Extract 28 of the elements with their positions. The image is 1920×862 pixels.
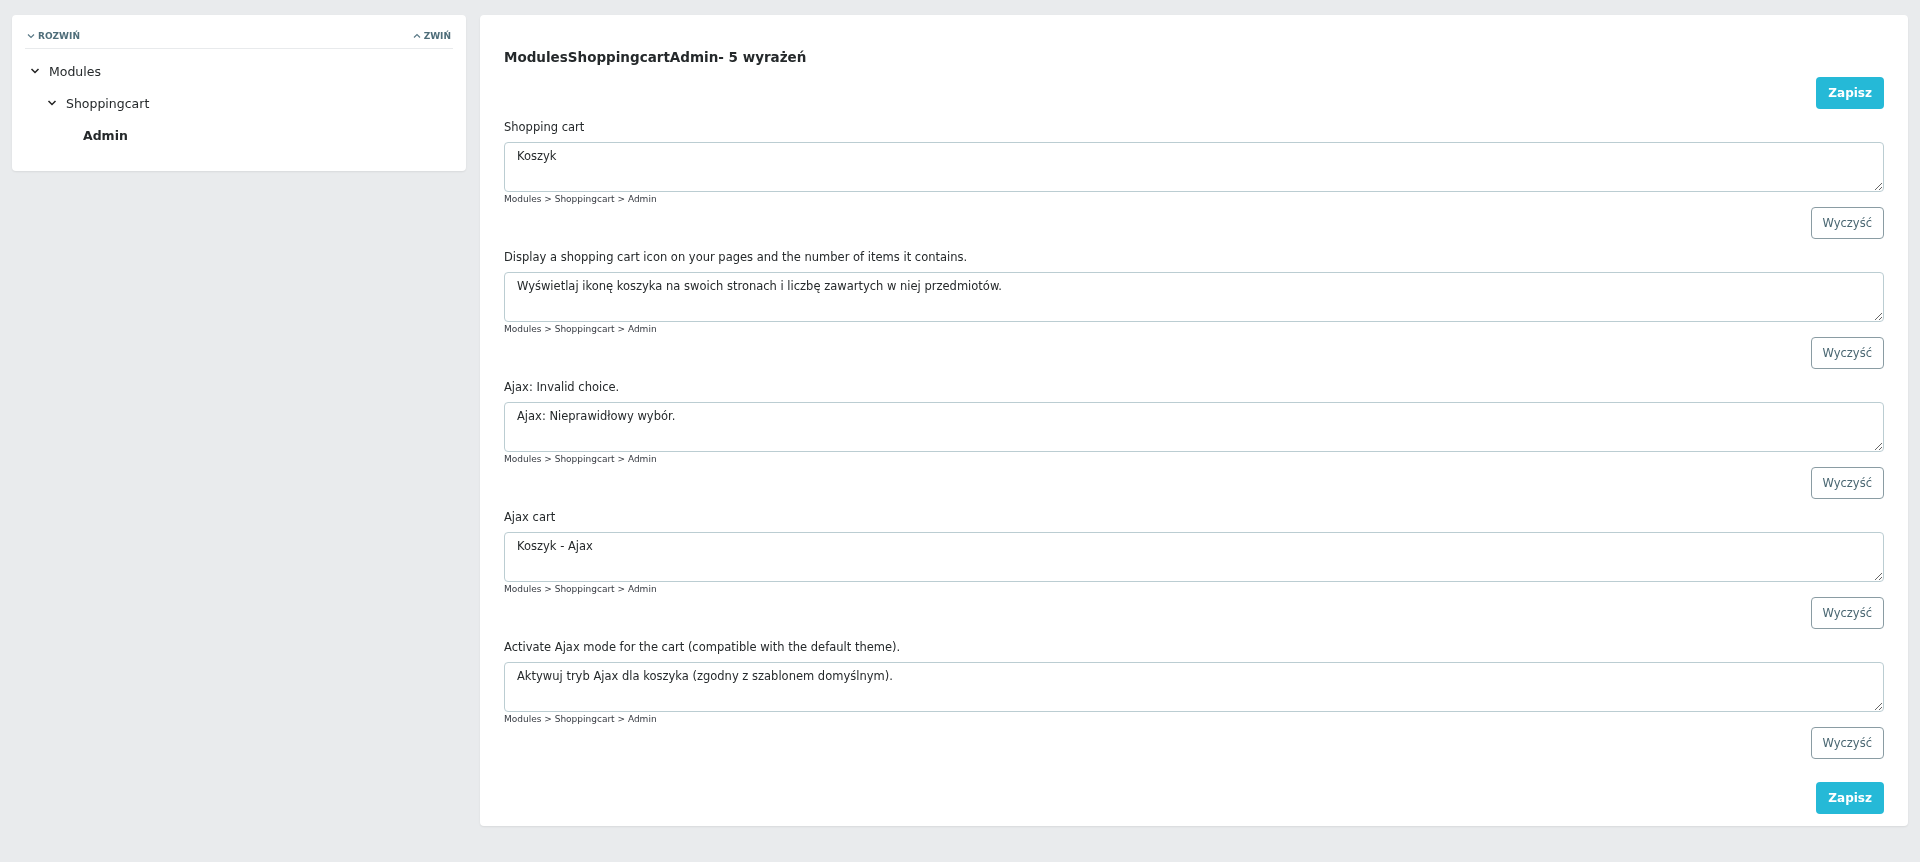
field-label: Shopping cart [504,120,586,134]
clear-button[interactable]: Wyczyść [1810,597,1884,629]
tree-item[interactable]: Shoppingcart [66,95,150,111]
field-label: Ajax: Invalid choice. [504,380,621,394]
expand-all-link[interactable]: ROZWIŃ [27,31,80,41]
field-label: Display a shopping cart icon on your pages and the number of items it contains. [504,250,969,264]
context-path: Modules > Shoppingcart > Admin [504,454,658,464]
clear-button[interactable]: Wyczyść [1810,467,1884,499]
context-path: Modules > Shoppingcart > Admin [504,324,658,334]
clear-button[interactable]: Wyczyść [1810,337,1884,369]
field-label: Activate Ajax mode for the cart (compatible with the default theme). [504,640,902,654]
context-path: Modules > Shoppingcart > Admin [504,714,658,724]
translation-field[interactable]: Koszyk [504,142,1884,192]
context-path: Modules > Shoppingcart > Admin [504,194,658,204]
tree-item[interactable]: Admin [83,127,128,143]
panel-title: ModulesShoppingcartAdmin- 5 wyrażeń [504,49,808,65]
tree-item[interactable]: Modules [49,63,101,79]
translation-field[interactable]: Aktywuj tryb Ajax dla koszyka (zgodny z szablonem domyślnym). [504,662,1884,712]
collapse-all-link[interactable]: ZWIŃ [412,31,451,41]
chevron-up-icon [412,33,421,39]
field-label: Ajax cart [504,510,557,524]
translation-field[interactable]: Ajax: Nieprawidłowy wybór. [504,402,1884,452]
context-path: Modules > Shoppingcart > Admin [504,584,658,594]
clear-button[interactable]: Wyczyść [1810,727,1884,759]
translation-field[interactable]: Koszyk - Ajax [504,532,1884,582]
clear-button[interactable]: Wyczyść [1810,207,1884,239]
translation-field[interactable]: Wyświetlaj ikonę koszyka na swoich stronach i liczbę zawartych w niej przedmiotów. [504,272,1884,322]
chevron-down-icon [27,33,35,39]
